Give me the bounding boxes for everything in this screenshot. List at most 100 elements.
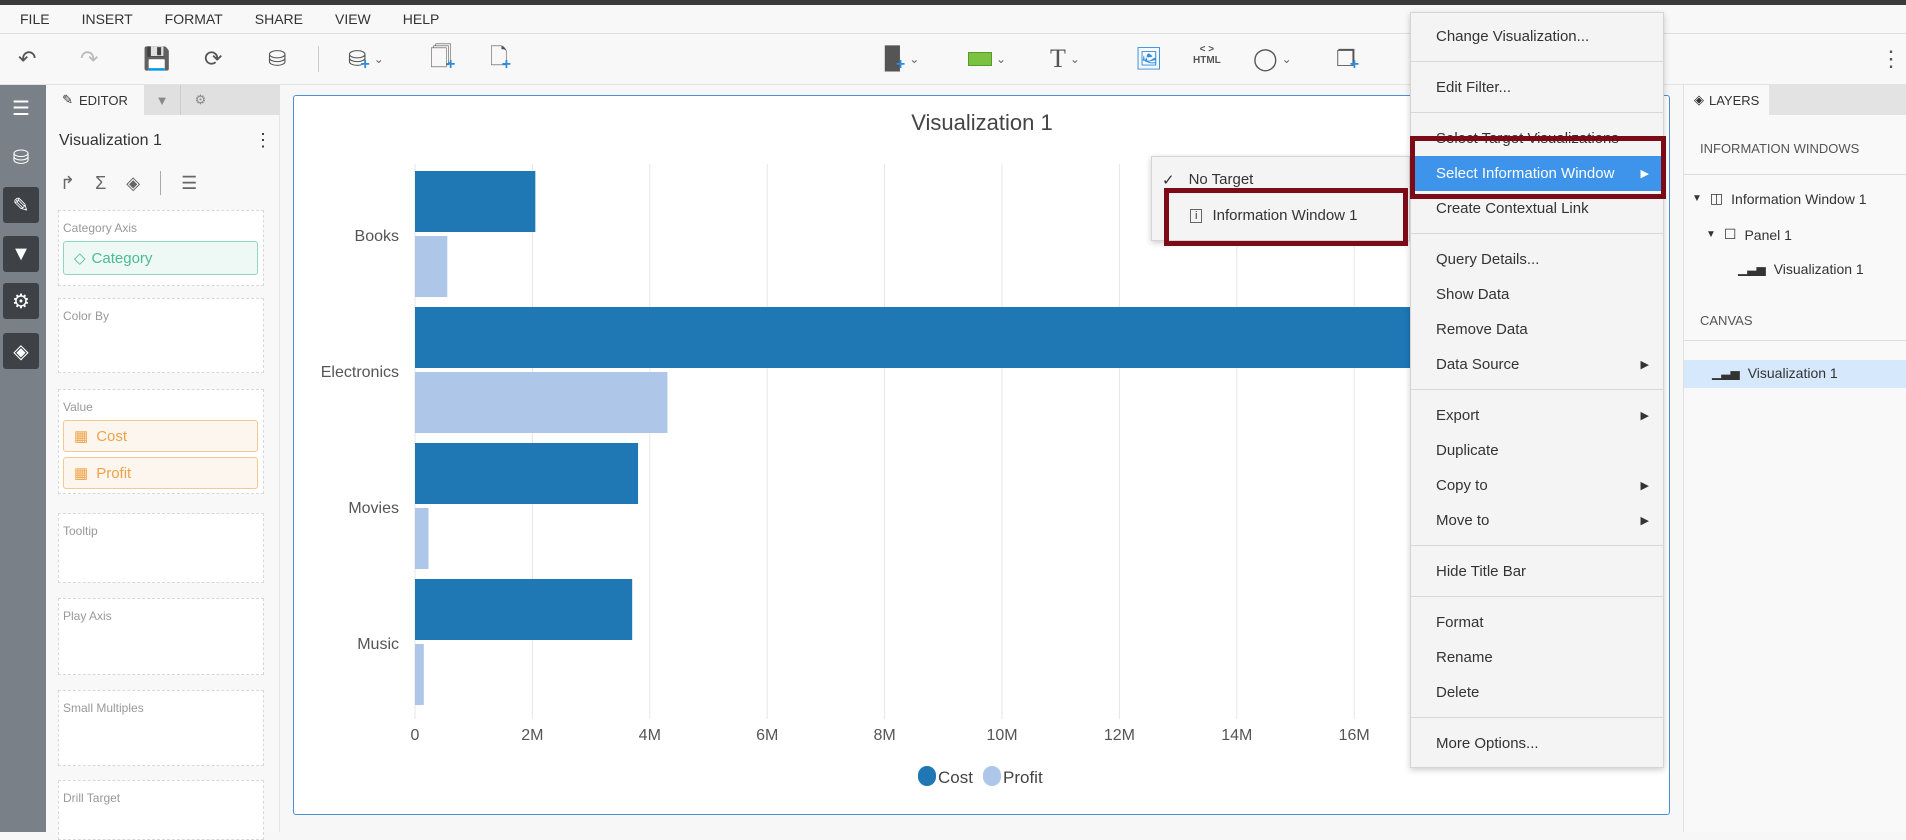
shapes-icon[interactable]: ◯ ⌄	[1253, 44, 1292, 74]
redo-icon[interactable]: ↷	[80, 44, 98, 74]
profit-field-pill[interactable]: ▦ Profit	[63, 457, 258, 489]
tab-settings[interactable]: ⚙	[180, 85, 220, 115]
menu-item-query-details[interactable]: Query Details...	[1411, 242, 1663, 277]
more-options-icon[interactable]: ⋮	[1880, 44, 1902, 74]
tab-layers[interactable]: ◈ LAYERS	[1684, 85, 1769, 115]
diamond-icon: ◇	[74, 250, 86, 267]
menu-format[interactable]: FORMAT	[165, 11, 223, 27]
submenu-information-window-1[interactable]: i Information Window 1	[1190, 207, 1358, 224]
bar-profit-books[interactable]	[415, 236, 448, 297]
swap-axis-icon[interactable]: ↱	[60, 173, 75, 194]
category-label: Electronics	[321, 364, 399, 381]
eraser-icon[interactable]: ◈	[126, 173, 140, 194]
menu-item-remove-data[interactable]: Remove Data	[1411, 312, 1663, 347]
sliders-icon[interactable]: ☰	[181, 173, 197, 194]
text-icon[interactable]: T ⌄	[1050, 44, 1080, 74]
settings-icon[interactable]: ⚙	[3, 283, 39, 319]
caret-down-icon[interactable]: ▼	[1692, 193, 1702, 204]
add-page-icon[interactable]: 🗋 +	[490, 44, 511, 74]
bar-cost-electronics[interactable]	[415, 307, 1501, 368]
menu-insert[interactable]: INSERT	[82, 11, 133, 27]
divider	[1684, 340, 1906, 341]
menu-item-change-visualization[interactable]: Change Visualization...	[1411, 19, 1663, 54]
measure-icon: ▦	[74, 465, 89, 482]
refresh-icon[interactable]: ⟳	[204, 44, 222, 74]
menu-item-edit-filter[interactable]: Edit Filter...	[1411, 70, 1663, 105]
database-pause-icon[interactable]: ⛁	[268, 44, 286, 74]
legend-label[interactable]: Profit	[1003, 768, 1043, 787]
save-icon[interactable]: 💾	[143, 44, 170, 74]
add-chart-icon[interactable]: ▉ + ⌄	[885, 44, 919, 74]
bar-profit-electronics[interactable]	[415, 372, 668, 433]
tooltip-section[interactable]: Tooltip	[58, 513, 264, 583]
x-tick-label: 4M	[639, 727, 661, 744]
chart-title: Visualization 1	[911, 110, 1052, 135]
layer-canvas-visualization[interactable]: ▁▃▅ Visualization 1	[1684, 360, 1906, 388]
submenu-no-target[interactable]: ✓ No Target	[1162, 171, 1253, 189]
context-menu: Change Visualization... Edit Filter... Sel…	[1410, 12, 1664, 768]
legend-label[interactable]: Cost	[938, 768, 973, 787]
sigma-icon[interactable]: Σ	[95, 173, 106, 194]
bar-cost-books[interactable]	[415, 171, 536, 232]
list-icon[interactable]: ☰	[3, 90, 39, 126]
bar-cost-movies[interactable]	[415, 443, 639, 504]
menu-item-create-contextual-link[interactable]: Create Contextual Link	[1411, 191, 1663, 226]
image-icon[interactable]: 🖼	[1135, 44, 1163, 74]
divider	[1684, 174, 1906, 175]
bar-profit-music[interactable]	[415, 644, 424, 705]
menu-item-select-target-visualizations[interactable]: Select Target Visualizations	[1411, 121, 1663, 156]
layers-panel: ◈ LAYERS INFORMATION WINDOWS ▼ ◫ Informatio…	[1683, 85, 1906, 832]
color-icon[interactable]: ⌄	[968, 44, 1006, 74]
category-field-pill[interactable]: ◇ Category	[63, 241, 258, 275]
toolbar-divider	[318, 46, 319, 72]
menu-item-select-information-window[interactable]: Select Information Window ▶	[1411, 156, 1663, 191]
layer-information-window[interactable]: ▼ ◫ Information Window 1	[1692, 190, 1867, 207]
panel-icon: ☐	[1723, 226, 1737, 242]
layer-panel[interactable]: ▼ ☐ Panel 1	[1706, 226, 1792, 243]
database-icon[interactable]: ⛁	[3, 139, 39, 175]
menu-item-delete[interactable]: Delete	[1411, 675, 1663, 710]
category-axis-section[interactable]: Category Axis ◇ Category	[58, 210, 264, 286]
viz-more-icon[interactable]: ⋮	[254, 130, 272, 151]
add-window-icon[interactable]: ❐ +	[1336, 44, 1359, 74]
menu-item-show-data[interactable]: Show Data	[1411, 277, 1663, 312]
layers-icon[interactable]: ◈	[3, 333, 39, 369]
menu-item-data-source[interactable]: Data Source ▶	[1411, 347, 1663, 382]
legend-swatch-cost[interactable]	[918, 766, 936, 786]
menu-item-rename[interactable]: Rename	[1411, 640, 1663, 675]
bar-cost-music[interactable]	[415, 579, 633, 640]
bar-profit-movies[interactable]	[415, 508, 429, 569]
menu-item-duplicate[interactable]: Duplicate	[1411, 433, 1663, 468]
menu-item-move-to[interactable]: Move to ▶	[1411, 503, 1663, 538]
cost-field-pill[interactable]: ▦ Cost	[63, 420, 258, 452]
menu-share[interactable]: SHARE	[255, 11, 303, 27]
drill-target-section[interactable]: Drill Target	[58, 780, 264, 840]
menu-item-export[interactable]: Export ▶	[1411, 398, 1663, 433]
menu-item-format[interactable]: Format	[1411, 605, 1663, 640]
editor-pencil-icon[interactable]: ✎	[3, 187, 39, 223]
tab-editor[interactable]: ✎ EDITOR	[46, 85, 144, 115]
filter-icon[interactable]: ▼	[3, 236, 39, 272]
submenu-arrow-icon: ▶	[1640, 168, 1649, 180]
play-axis-section[interactable]: Play Axis	[58, 598, 264, 675]
legend-swatch-profit[interactable]	[983, 766, 1001, 786]
canvas-header: CANVAS	[1700, 313, 1753, 328]
layer-panel-visualization[interactable]: ▁▃▅ Visualization 1	[1738, 261, 1864, 277]
menu-file[interactable]: FILE	[20, 11, 50, 27]
value-section[interactable]: Value ▦ Cost ▦ Profit	[58, 389, 264, 494]
pencil-icon: ✎	[62, 92, 73, 107]
caret-down-icon[interactable]: ▼	[1706, 229, 1716, 240]
menu-item-copy-to[interactable]: Copy to ▶	[1411, 468, 1663, 503]
menu-item-hide-title-bar[interactable]: Hide Title Bar	[1411, 554, 1663, 589]
tab-filter[interactable]: ▼	[144, 85, 180, 115]
duplicate-page-icon[interactable]: 🗍 +	[430, 44, 455, 74]
menu-item-more-options[interactable]: More Options...	[1411, 726, 1663, 761]
add-data-source-icon[interactable]: ⛁ + ⌄	[348, 44, 384, 74]
x-tick-label: 14M	[1221, 727, 1252, 744]
small-multiples-section[interactable]: Small Multiples	[58, 690, 264, 766]
html-icon[interactable]: < > HTML	[1193, 44, 1221, 74]
undo-icon[interactable]: ↶	[18, 44, 36, 74]
menu-view[interactable]: VIEW	[335, 11, 371, 27]
menu-help[interactable]: HELP	[403, 11, 440, 27]
color-by-section[interactable]: Color By	[58, 298, 264, 373]
